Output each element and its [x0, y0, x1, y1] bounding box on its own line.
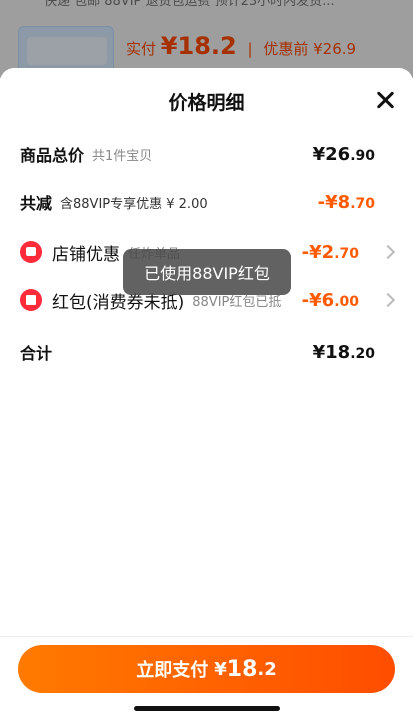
pay-now-amount: 18	[226, 656, 258, 682]
hongbao-int: -¥6	[301, 290, 335, 311]
reduce-amount: -¥8.70	[318, 192, 375, 213]
bottom-pay-bar: 立即支付 ¥18.2	[0, 636, 413, 720]
sum-label: 合计	[20, 344, 53, 363]
total-price-cents: .90	[350, 148, 375, 164]
store-discount-amount: -¥2.70	[302, 242, 359, 263]
sheet-title: 价格明细	[168, 92, 245, 114]
sum-amount: ¥18.20	[313, 342, 375, 363]
pay-now-label: 立即支付	[136, 660, 209, 681]
total-price-label: 商品总价	[20, 146, 85, 165]
background-order-card: 快递 包邮 88VIP 退货包运费 预计23小时内发货... 实付 ¥18.2 …	[0, 0, 413, 78]
red-packet-icon	[20, 289, 42, 311]
pay-now-yen: ¥	[214, 658, 227, 680]
row-sum: 合计 ¥18.20	[20, 338, 395, 366]
pay-now-cents: .2	[257, 658, 277, 680]
store-icon-glyph	[26, 247, 36, 256]
close-icon[interactable]	[375, 90, 395, 110]
hongbao-cents: .00	[334, 294, 359, 310]
store-discount-cents: .70	[334, 246, 359, 262]
hongbao-amount: -¥6.00	[302, 290, 359, 311]
price-detail-sheet: 价格明细 商品总价 共1件宝贝 ¥26.90 共减 含88VIP专享优惠 ¥ 2…	[0, 68, 413, 720]
reduce-int: -¥8	[317, 192, 351, 213]
store-discount-label: 店铺优惠	[52, 244, 120, 265]
row-reduce: 共减 含88VIP专享优惠 ¥ 2.00 -¥8.70	[20, 188, 395, 216]
sum-cents: .20	[350, 346, 375, 362]
store-icon	[20, 241, 42, 263]
row-total-price: 商品总价 共1件宝贝 ¥26.90	[20, 140, 395, 168]
chevron-right-icon[interactable]	[381, 245, 393, 257]
reduce-cents: .70	[350, 196, 375, 212]
pay-now-button[interactable]: 立即支付 ¥18.2	[18, 645, 395, 693]
total-price-amount: ¥26.90	[313, 144, 375, 165]
total-price-yen: ¥	[312, 144, 326, 165]
reduce-sub: 含88VIP专享优惠 ¥ 2.00	[60, 196, 208, 212]
home-indicator	[134, 706, 280, 711]
red-packet-icon-glyph	[26, 295, 36, 305]
toast-message: 已使用88VIP红包	[123, 249, 291, 295]
store-discount-int: -¥2	[301, 242, 335, 263]
total-price-sub: 共1件宝贝	[92, 148, 153, 164]
overlay-scrim	[0, 0, 413, 78]
sum-int: 18	[325, 342, 351, 363]
reduce-label: 共减	[20, 194, 53, 213]
sum-yen: ¥	[312, 342, 326, 363]
total-price-int: 26	[325, 144, 351, 165]
chevron-right-icon[interactable]	[381, 293, 393, 305]
